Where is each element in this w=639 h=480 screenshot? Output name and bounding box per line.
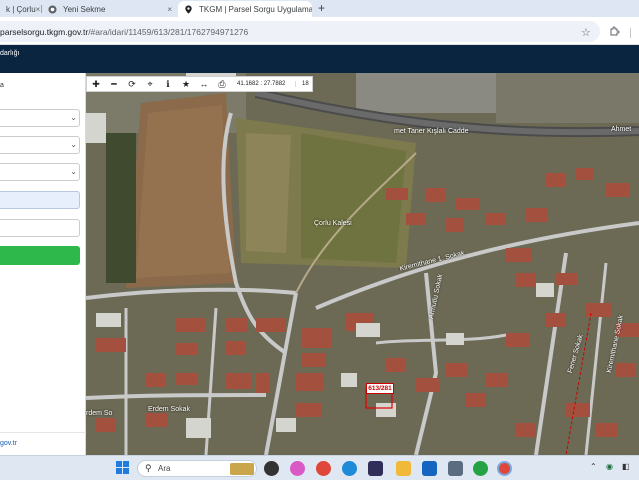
search-placeholder: Ara <box>158 464 171 473</box>
district-select[interactable]: ⌄ <box>0 136 80 154</box>
street-label: met Taner Kışlalı Cadde <box>394 128 469 135</box>
print-icon[interactable]: ⎙ <box>213 77 231 91</box>
zoom-in-icon[interactable]: ✚ <box>87 77 105 91</box>
map-imagery <box>86 73 639 455</box>
copilot-icon[interactable] <box>290 461 305 476</box>
refresh-icon[interactable]: ⟳ <box>123 77 141 91</box>
info-icon[interactable]: ℹ <box>159 77 177 91</box>
zoom-level: 18 <box>295 81 309 87</box>
search-highlight-image <box>230 463 254 475</box>
chevron-down-icon: ⌄ <box>70 113 77 122</box>
browser-window: { "browser": { "tabs": [ {"title": "k | … <box>0 0 639 480</box>
parcel-input[interactable] <box>0 219 80 237</box>
query-button[interactable] <box>0 246 80 265</box>
new-tab-button[interactable]: + <box>318 1 325 17</box>
network-icon[interactable]: ◉ <box>606 462 613 471</box>
province-select[interactable]: ⌄ <box>0 109 80 127</box>
search-icon: ⚲ <box>145 463 152 473</box>
measure-icon[interactable]: ↔ <box>195 77 213 91</box>
outlook-icon[interactable] <box>422 461 437 476</box>
tab-title: Yeni Sekme <box>63 4 106 14</box>
url-path: /#ara/idari/11459/613/281/1762794971276 <box>88 27 249 37</box>
calculator-icon[interactable] <box>448 461 463 476</box>
close-icon[interactable]: × <box>167 5 172 14</box>
place-label: Çorlu Kalesi <box>314 220 352 227</box>
star-icon[interactable]: ★ <box>177 77 195 91</box>
volume-icon[interactable]: ◧ <box>622 462 630 471</box>
windows-taskbar: ⚲ Ara ⌃ ◉ ◧ <box>0 455 639 480</box>
satellite-map[interactable] <box>86 73 639 455</box>
parcel-tag[interactable]: 613/281 <box>366 383 394 394</box>
block-input[interactable] <box>0 191 80 209</box>
zoom-out-icon[interactable]: ━ <box>105 77 123 91</box>
file-explorer-icon[interactable] <box>396 461 411 476</box>
tab-strip: k | Çorlu × Yeni Sekme × TKGM | Parsel S… <box>0 0 639 17</box>
tab-new-tab[interactable]: Yeni Sekme × <box>42 1 178 17</box>
coordinate-readout: 41.1682 : 27.7882 <box>237 81 286 87</box>
street-label: Erdem Sokak <box>148 406 191 413</box>
map-pin-icon <box>185 4 192 14</box>
map-toolbar: ✚ ━ ⟳ ⌖ ℹ ★ ↔ ⎙ 41.1682 : 27.7882 18 <box>86 76 313 92</box>
widgets-icon[interactable] <box>264 461 279 476</box>
panel-label: a <box>0 82 4 89</box>
taskbar-search[interactable]: ⚲ Ara <box>137 460 257 477</box>
street-label: Ahmet <box>611 126 632 133</box>
street-label: rdem So <box>86 410 113 417</box>
chrome-active-icon[interactable] <box>497 461 512 476</box>
close-icon[interactable]: × <box>36 5 41 14</box>
whatsapp-icon[interactable] <box>473 461 488 476</box>
panel-divider <box>0 432 86 433</box>
url-text[interactable]: parselsorgu.tkgm.gov.tr/#ara/idari/11459… <box>0 27 248 37</box>
toolbar-divider <box>630 28 631 38</box>
edge-icon[interactable] <box>342 461 357 476</box>
store-icon[interactable] <box>368 461 383 476</box>
url-host: parselsorgu.tkgm.gov.tr <box>0 27 89 37</box>
locate-icon[interactable]: ⌖ <box>141 77 159 91</box>
footer-link[interactable]: gov.tr <box>0 440 17 447</box>
tray-chevron-icon[interactable]: ⌃ <box>590 462 597 471</box>
chevron-down-icon: ⌄ <box>70 140 77 149</box>
tab-title: k | Çorlu <box>6 4 36 14</box>
tab-corlu[interactable]: k | Çorlu × <box>0 1 42 17</box>
site-header <box>0 45 639 73</box>
chrome-icon[interactable] <box>316 461 331 476</box>
chrome-icon <box>48 4 57 14</box>
site-header-text: darlığı <box>0 50 20 57</box>
chevron-down-icon: ⌄ <box>70 167 77 176</box>
neighborhood-select[interactable]: ⌄ <box>0 163 80 181</box>
windows-start-icon[interactable] <box>115 461 130 476</box>
bookmark-star-icon[interactable]: ☆ <box>581 26 591 39</box>
extensions-icon[interactable] <box>609 26 620 40</box>
tab-tkgm[interactable]: TKGM | Parsel Sorgu Uygulama × <box>178 1 312 17</box>
tab-title: TKGM | Parsel Sorgu Uygulama <box>199 4 312 14</box>
